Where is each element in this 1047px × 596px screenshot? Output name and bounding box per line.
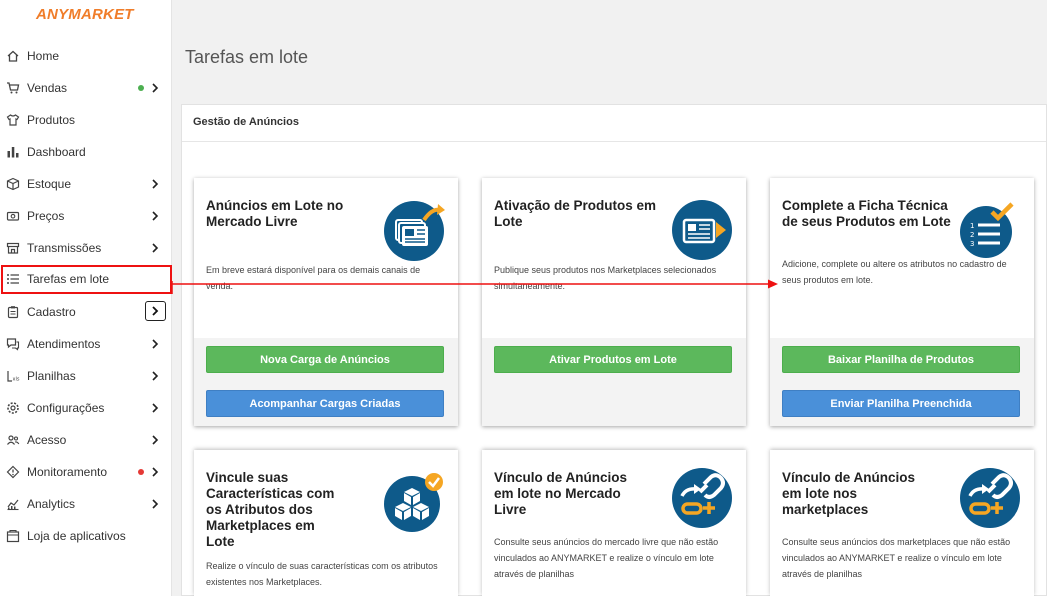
app-store-icon <box>6 529 20 543</box>
card-vincule-caracteristicas: Vincule suas Características com os Atri… <box>194 450 458 596</box>
sidebar-item-acesso[interactable]: Acesso <box>0 424 172 456</box>
sidebar-item-configuracoes[interactable]: Configurações <box>0 392 172 424</box>
nova-carga-button[interactable]: Nova Carga de Anúncios <box>206 346 444 373</box>
baixar-planilha-button[interactable]: Baixar Planilha de Produtos <box>782 346 1020 373</box>
sidebar-item-produtos[interactable]: Produtos <box>0 104 172 136</box>
brand-logo[interactable]: ANYMARKET <box>36 6 134 23</box>
analytics-icon <box>7 499 19 511</box>
card-title: Vínculo de Anúncios em lote nos marketpl… <box>782 470 916 517</box>
ads-upload-icon <box>384 201 445 261</box>
card-description: Em breve estará disponível para os demai… <box>206 265 421 291</box>
expand-toggle[interactable] <box>145 301 166 321</box>
chevron-right-icon <box>152 467 159 477</box>
sidebar-item-transmissoes[interactable]: Transmissões <box>0 232 172 264</box>
chevron-right-icon <box>152 83 159 93</box>
card-description: Consulte seus anúncios do mercado livre … <box>494 537 719 579</box>
sidebar-item-vendas[interactable]: Vendas <box>0 72 172 104</box>
clipboard-icon <box>7 306 19 319</box>
sidebar-item-atendimentos[interactable]: Atendimentos <box>0 328 172 360</box>
card-vinculo-marketplaces: Vínculo de Anúncios em lote nos marketpl… <box>770 450 1034 596</box>
page-title: Tarefas em lote <box>185 47 309 67</box>
gear-icon <box>7 402 19 414</box>
card-description: Publique seus produtos nos Marketplaces … <box>494 265 717 291</box>
card-title: Anúncios em Lote no Mercado Livre <box>206 198 344 229</box>
section-header: Gestão de Anúncios <box>182 105 1046 142</box>
sidebar-item-dashboard[interactable]: Dashboard <box>0 136 172 168</box>
chevron-right-icon <box>152 339 159 349</box>
status-dot <box>138 469 144 475</box>
card-title: Vínculo de Anúncios em lote no Mercado L… <box>494 470 628 517</box>
monitor-icon <box>6 465 20 479</box>
svg-text:2: 2 <box>970 231 974 239</box>
box-icon <box>6 177 20 191</box>
card-ficha-tecnica: Complete a Ficha Técnica de seus Produto… <box>770 178 1034 426</box>
chevron-right-icon <box>152 435 159 445</box>
sidebar-item-label: Planilhas <box>27 369 76 383</box>
sidebar-item-label: Home <box>27 49 60 63</box>
product-activation-icon <box>672 200 732 260</box>
chevron-right-icon <box>152 499 159 509</box>
sidebar-item-analytics[interactable]: Analytics <box>0 488 172 520</box>
chevron-right-icon <box>152 403 159 413</box>
home-icon <box>7 50 19 62</box>
boxes-icon <box>384 473 443 532</box>
sidebar-item-label: Analytics <box>27 497 76 511</box>
price-tag-icon <box>6 211 20 221</box>
section-title: Gestão de Anúncios <box>193 116 299 128</box>
card-ativacao-produtos: Ativação de Produtos em Lote Publique se… <box>482 178 746 426</box>
chevron-right-icon <box>152 179 159 189</box>
chevron-right-icon <box>152 306 159 316</box>
svg-text:xls: xls <box>13 377 20 383</box>
sidebar-item-label: Loja de aplicativos <box>27 529 126 543</box>
card-vinculo-mercado-livre: Vínculo de Anúncios em lote no Mercado L… <box>482 450 746 596</box>
chevron-right-icon <box>152 243 159 253</box>
shirt-icon <box>6 114 20 126</box>
chevron-right-icon <box>152 211 159 221</box>
enviar-planilha-button[interactable]: Enviar Planilha Preenchida <box>782 390 1020 417</box>
sidebar-item-planilhas[interactable]: xls Planilhas <box>0 360 172 392</box>
card-title: Ativação de Produtos em Lote <box>494 198 657 229</box>
chevron-right-icon <box>152 371 159 381</box>
sidebar-item-label: Acesso <box>27 433 67 447</box>
link-icon <box>960 468 1020 528</box>
card-description: Adicione, complete ou altere os atributo… <box>782 259 1007 285</box>
acompanhar-cargas-button[interactable]: Acompanhar Cargas Criadas <box>206 390 444 417</box>
sidebar-item-loja-de-aplicativos[interactable]: Loja de aplicativos <box>0 520 172 552</box>
sidebar-item-label: Transmissões <box>27 241 102 255</box>
sidebar: ANYMARKET Home Vendas Produtos Dashboard… <box>0 0 172 596</box>
spreadsheet-icon: xls <box>7 371 20 383</box>
svg-text:3: 3 <box>970 240 974 248</box>
users-icon <box>7 435 20 445</box>
sidebar-item-precos[interactable]: Preços <box>0 200 172 232</box>
sidebar-item-label: Produtos <box>27 113 76 127</box>
card-description: Consulte seus anúncios dos marketplaces … <box>782 537 1011 579</box>
sidebar-item-label: Tarefas em lote <box>27 272 110 286</box>
link-icon <box>672 468 732 528</box>
sidebar-item-label: Atendimentos <box>27 337 101 351</box>
chat-icon <box>6 338 20 351</box>
sidebar-item-label: Configurações <box>27 401 105 415</box>
sidebar-item-label: Preços <box>27 209 65 223</box>
card-description: Realize o vínculo de suas característica… <box>206 561 438 587</box>
store-icon <box>6 242 20 254</box>
sidebar-item-home[interactable]: Home <box>0 40 172 72</box>
bar-chart-icon <box>7 147 19 158</box>
sidebar-item-label: Cadastro <box>27 305 76 319</box>
sidebar-item-label: Monitoramento <box>27 465 108 479</box>
card-title: Vincule suas Características com os Atri… <box>206 470 335 549</box>
card-title: Complete a Ficha Técnica de seus Produto… <box>782 198 951 229</box>
sidebar-item-label: Vendas <box>27 81 68 95</box>
sidebar-item-monitoramento[interactable]: Monitoramento <box>0 456 172 488</box>
checklist-icon: 1 2 3 <box>960 202 1014 258</box>
list-icon <box>7 274 19 284</box>
svg-text:1: 1 <box>970 222 974 230</box>
sidebar-item-tarefas-em-lote[interactable]: Tarefas em lote <box>1 265 172 294</box>
sidebar-item-estoque[interactable]: Estoque <box>0 168 172 200</box>
sidebar-item-label: Dashboard <box>27 145 86 159</box>
cart-icon <box>7 82 20 94</box>
sidebar-item-label: Estoque <box>27 177 72 191</box>
card-anuncios-lote: Anúncios em Lote no Mercado Livre Em bre… <box>194 178 458 426</box>
ativar-produtos-button[interactable]: Ativar Produtos em Lote <box>494 346 732 373</box>
status-dot <box>138 85 144 91</box>
